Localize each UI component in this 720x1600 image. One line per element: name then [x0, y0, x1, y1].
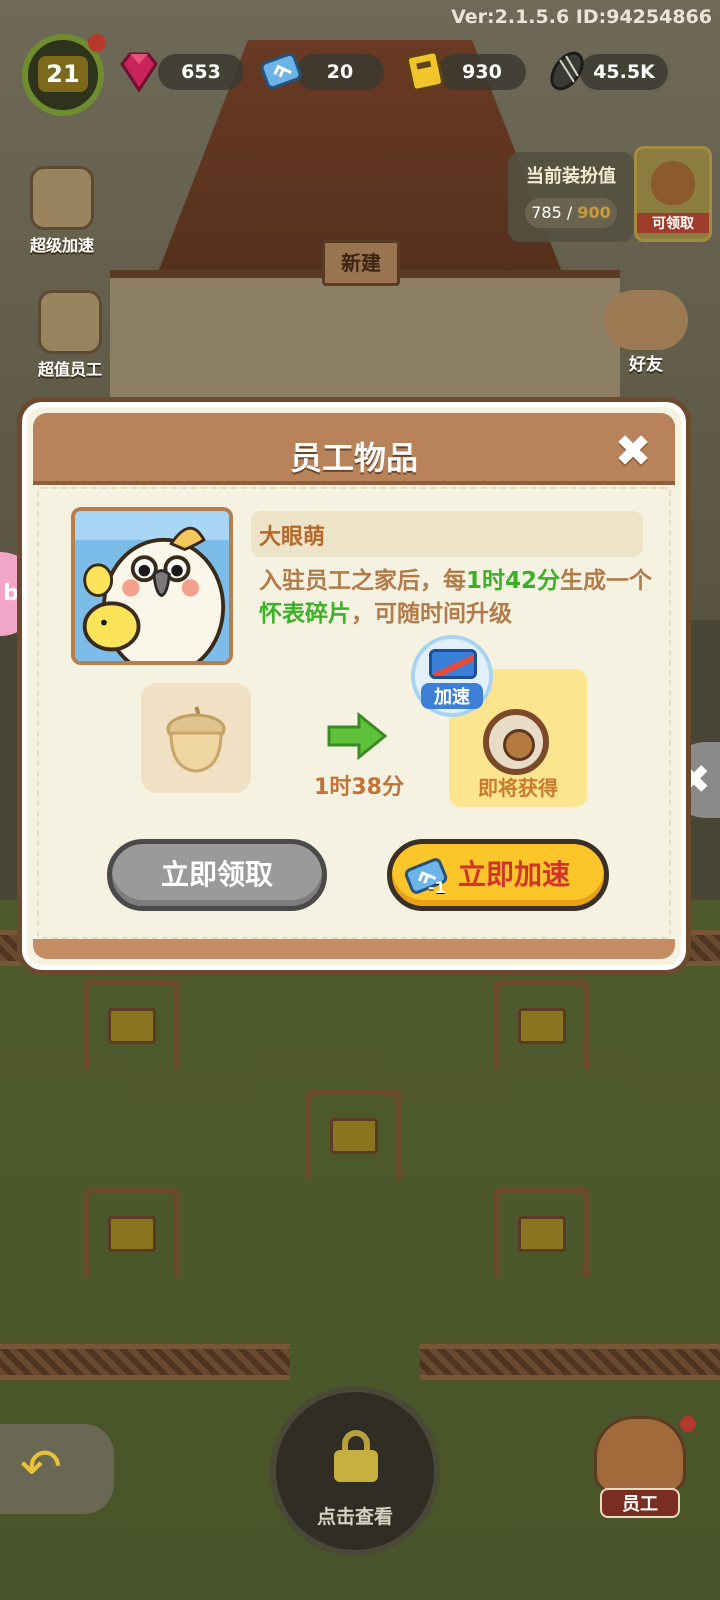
claim-now-button[interactable]: 立即领取 — [107, 839, 327, 911]
staff-name-bar: 大眼萌 — [251, 511, 643, 557]
desc-item: 怀表碎片 — [259, 601, 351, 627]
speed-up-now-label: 立即加速 — [458, 858, 571, 891]
current-item-slot — [141, 683, 251, 793]
desc-part-2: 生成一个 — [560, 568, 653, 594]
production-timer: 1时38分 — [314, 775, 404, 800]
pocket-watch-fragment-icon — [483, 709, 549, 775]
staff-name: 大眼萌 — [259, 525, 326, 550]
speed-badge-label: 加速 — [421, 683, 483, 709]
upcoming-reward-label: 即将获得 — [478, 776, 558, 800]
staff-item-dialog: 员工物品 ✖ 大眼萌 入驻员工之家后，每1时42分生成一个怀表碎片，可随时间升级 — [22, 402, 686, 970]
speed-up-badge[interactable]: 加速 — [411, 635, 493, 717]
speed-ticket-icon — [429, 649, 477, 679]
green-arrow-icon — [327, 711, 388, 761]
desc-part-1: 入驻员工之家后，每 — [259, 568, 466, 594]
dialog-header: 员工物品 ✖ — [33, 413, 675, 485]
ticket-cost: -1 — [428, 878, 446, 897]
dialog-title: 员工物品 — [289, 439, 418, 477]
speed-up-now-button[interactable]: -1 立即加速 — [387, 839, 609, 911]
cockatoo-avatar-icon — [75, 511, 229, 661]
acorn-icon — [166, 706, 226, 773]
staff-portrait — [71, 507, 233, 665]
staff-description: 入驻员工之家后，每1时42分生成一个怀表碎片，可随时间升级 — [259, 565, 659, 631]
desc-part-3: ，可随时间升级 — [351, 601, 512, 627]
dialog-footer — [33, 939, 675, 959]
desc-time: 1时42分 — [466, 568, 561, 594]
close-button[interactable]: ✖ — [609, 429, 657, 477]
